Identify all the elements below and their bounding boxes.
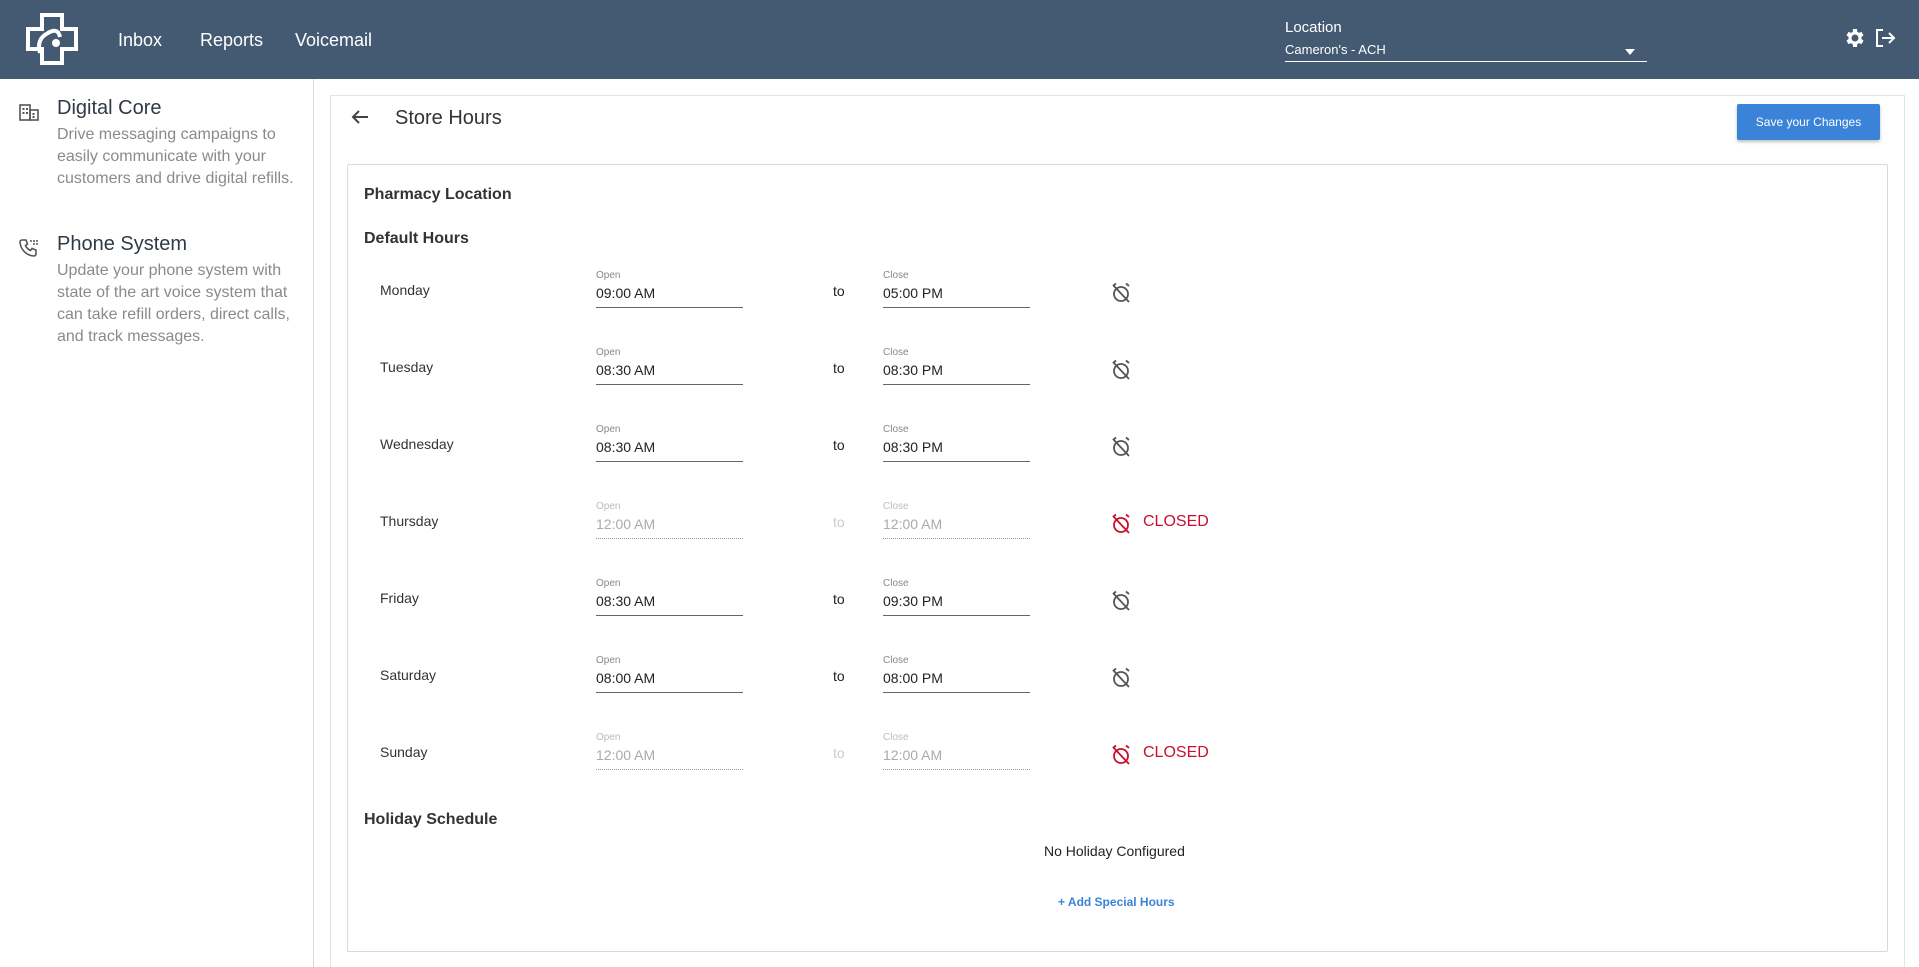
caret-down-icon <box>1625 49 1635 55</box>
pharmacy-logo-icon[interactable] <box>26 13 78 65</box>
sidebar: Digital Core Drive messaging campaigns t… <box>0 79 314 967</box>
close-time-field[interactable]: Close 08:30 PM <box>883 347 1030 389</box>
day-label: Wednesday <box>380 436 454 452</box>
to-label: to <box>833 283 845 299</box>
close-time-field[interactable]: Close 09:30 PM <box>883 578 1030 620</box>
open-time-field[interactable]: Open 08:00 AM <box>596 655 743 697</box>
day-label: Thursday <box>380 513 439 529</box>
to-label: to <box>833 745 845 761</box>
close-time-field[interactable]: Close 05:00 PM <box>883 270 1030 312</box>
open-time-value: 12:00 AM <box>596 747 656 763</box>
open-time-value: 09:00 AM <box>596 285 656 301</box>
close-time-field[interactable]: Close 12:00 AM <box>883 732 1030 774</box>
alarm-off-icon[interactable] <box>1109 512 1133 536</box>
close-field-label: Close <box>883 501 909 512</box>
close-time-field[interactable]: Close 08:00 PM <box>883 655 1030 697</box>
to-label: to <box>833 668 845 684</box>
no-holiday-message: No Holiday Configured <box>1044 843 1185 859</box>
open-field-label: Open <box>596 424 621 435</box>
open-time-value: 08:30 AM <box>596 593 656 609</box>
open-time-value: 12:00 AM <box>596 516 656 532</box>
open-field-label: Open <box>596 347 621 358</box>
alarm-off-icon[interactable] <box>1109 589 1133 613</box>
location-dropdown[interactable]: Cameron's - ACH <box>1285 42 1647 62</box>
alarm-off-icon[interactable] <box>1109 281 1133 305</box>
open-time-field[interactable]: Open 08:30 AM <box>596 424 743 466</box>
close-field-label: Close <box>883 424 909 435</box>
to-label: to <box>833 591 845 607</box>
close-field-label: Close <box>883 578 909 589</box>
building-icon <box>19 104 39 121</box>
logout-icon[interactable] <box>1873 26 1897 50</box>
close-time-value: 08:30 PM <box>883 439 943 455</box>
close-time-value: 09:30 PM <box>883 593 943 609</box>
save-changes-button[interactable]: Save your Changes <box>1737 104 1880 140</box>
gear-icon[interactable] <box>1843 26 1867 50</box>
location-value: Cameron's - ACH <box>1285 42 1386 57</box>
section-pharmacy-location: Pharmacy Location <box>364 186 512 203</box>
open-field-label: Open <box>596 732 621 743</box>
close-time-value: 12:00 AM <box>883 747 943 763</box>
close-field-label: Close <box>883 732 909 743</box>
open-time-field[interactable]: Open 08:30 AM <box>596 347 743 389</box>
add-special-hours-link[interactable]: + Add Special Hours <box>1058 895 1175 909</box>
to-label: to <box>833 360 845 376</box>
open-field-label: Open <box>596 270 621 281</box>
section-holiday-schedule: Holiday Schedule <box>364 811 498 828</box>
nav-inbox[interactable]: Inbox <box>118 30 162 51</box>
close-time-value: 05:00 PM <box>883 285 943 301</box>
section-default-hours: Default Hours <box>364 230 469 247</box>
day-label: Monday <box>380 282 430 298</box>
sidebar-item-digital-core[interactable]: Digital Core Drive messaging campaigns t… <box>0 97 314 207</box>
day-label: Tuesday <box>380 359 434 375</box>
nav-voicemail[interactable]: Voicemail <box>295 30 372 51</box>
open-time-value: 08:30 AM <box>596 362 656 378</box>
open-time-field[interactable]: Open 09:00 AM <box>596 270 743 312</box>
alarm-off-icon[interactable] <box>1109 743 1133 767</box>
closed-status: CLOSED <box>1143 744 1209 761</box>
close-field-label: Close <box>883 347 909 358</box>
open-field-label: Open <box>596 578 621 589</box>
to-label: to <box>833 437 845 453</box>
day-label: Saturday <box>380 667 437 683</box>
sidebar-item-title: Phone System <box>57 233 188 255</box>
open-time-field[interactable]: Open 12:00 AM <box>596 732 743 774</box>
alarm-off-icon[interactable] <box>1109 358 1133 382</box>
day-label: Sunday <box>380 744 428 760</box>
to-label: to <box>833 514 845 530</box>
day-label: Friday <box>380 590 419 606</box>
sidebar-item-desc: Drive messaging campaigns to easily comm… <box>57 126 294 187</box>
sidebar-item-desc: Update your phone system with state of t… <box>57 262 290 345</box>
open-time-value: 08:30 AM <box>596 439 656 455</box>
nav-reports[interactable]: Reports <box>200 30 263 51</box>
alarm-off-icon[interactable] <box>1109 435 1133 459</box>
close-field-label: Close <box>883 270 909 281</box>
top-bar: Inbox Reports Voicemail Location Cameron… <box>0 0 1919 79</box>
open-field-label: Open <box>596 501 621 512</box>
open-field-label: Open <box>596 655 621 666</box>
page-title: Store Hours <box>395 107 502 129</box>
closed-status: CLOSED <box>1143 513 1209 530</box>
location-label: Location <box>1285 19 1342 36</box>
phone-icon <box>19 239 38 257</box>
location-selector[interactable]: Location Cameron's - ACH <box>1285 19 1647 62</box>
sidebar-item-phone-system[interactable]: Phone System Update your phone system wi… <box>0 233 314 345</box>
open-time-field[interactable]: Open 08:30 AM <box>596 578 743 620</box>
open-time-field[interactable]: Open 12:00 AM <box>596 501 743 543</box>
close-time-value: 12:00 AM <box>883 516 943 532</box>
close-time-field[interactable]: Close 08:30 PM <box>883 424 1030 466</box>
close-time-field[interactable]: Close 12:00 AM <box>883 501 1030 543</box>
back-arrow-icon[interactable] <box>348 105 372 129</box>
close-time-value: 08:00 PM <box>883 670 943 686</box>
open-time-value: 08:00 AM <box>596 670 656 686</box>
alarm-off-icon[interactable] <box>1109 666 1133 690</box>
close-time-value: 08:30 PM <box>883 362 943 378</box>
close-field-label: Close <box>883 655 909 666</box>
sidebar-item-title: Digital Core <box>57 97 162 119</box>
